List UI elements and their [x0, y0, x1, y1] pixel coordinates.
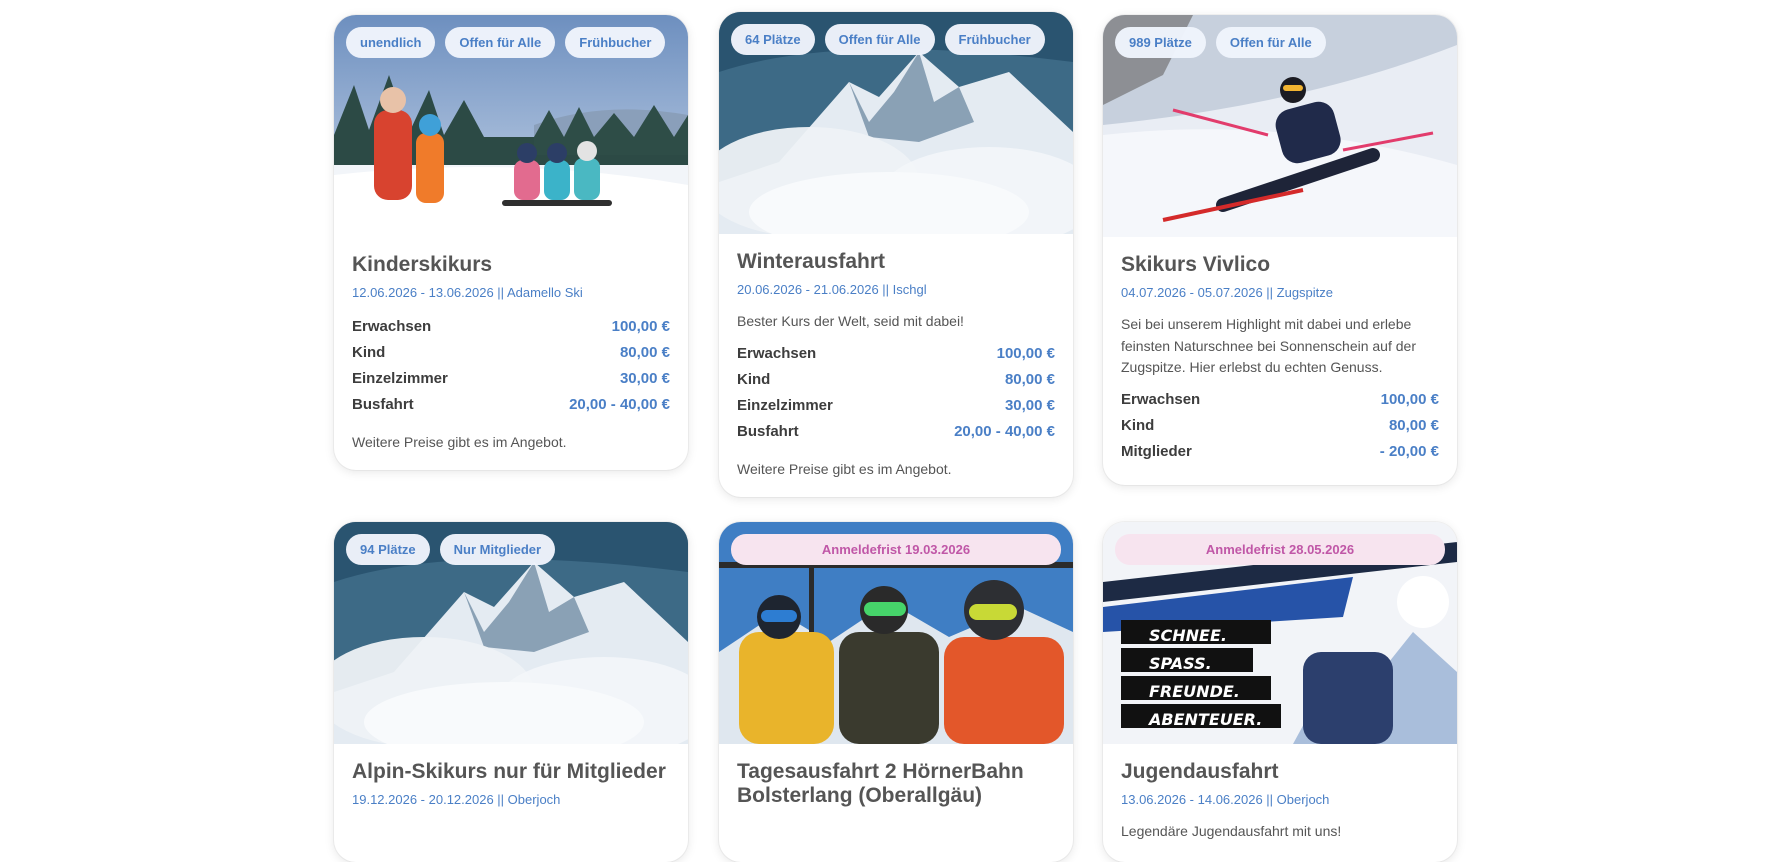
card-image-skier: 989 Plätze Offen für Alle [1103, 15, 1457, 237]
card-description: Sei bei unserem Highlight mit dabei und … [1121, 315, 1416, 376]
card-date-location: 04.07.2026 - 05.07.2026 || Zugspitze [1121, 284, 1334, 300]
card-title: Kinderskikurs [352, 253, 493, 276]
card-date-location: 13.06.2026 - 14.06.2026 || Oberjoch [1121, 791, 1330, 807]
tag-open: Offen für Alle [824, 24, 935, 55]
tag-capacity: 64 Plätze [731, 24, 815, 55]
event-card-tagesausfahrt[interactable]: Anmeldefrist 19.03.2026 Tagesausfahrt 2 … [719, 522, 1073, 862]
card-tags: 64 Plätze Offen für Alle Frühbucher [731, 24, 1073, 55]
tag-early-bird: Frühbucher [944, 24, 1045, 55]
registration-deadline-badge: Anmeldefrist 19.03.2026 [731, 534, 1061, 565]
card-image-mountains: 64 Plätze Offen für Alle Frühbucher [719, 12, 1073, 234]
card-description: Legendäre Jugendausfahrt mit uns! [1121, 822, 1342, 839]
tag-early-bird: Frühbucher [565, 27, 666, 58]
card-date-location: 12.06.2026 - 13.06.2026 || Adamello Ski [352, 284, 583, 300]
poster-slogan: ABENTEUER. [1149, 710, 1263, 729]
card-date-location: 19.12.2026 - 20.12.2026 || Oberjoch [352, 791, 561, 807]
registration-deadline-badge: Anmeldefrist 28.05.2026 [1115, 534, 1445, 565]
card-tags: 989 Plätze Offen für Alle [1115, 27, 1457, 58]
price-row: Kind 80,00 € [1121, 417, 1439, 434]
poster-slogans: SCHNEE. SPASS. FREUNDE. ABENTEUER. [1127, 622, 1262, 734]
card-image-family-skiing: unendlich Offen für Alle Frühbucher [334, 15, 688, 237]
price-row: Einzelzimmer 30,00 € [352, 369, 670, 387]
event-card-jugendausfahrt[interactable]: SCHNEE. SPASS. FREUNDE. ABENTEUER. Anmel… [1103, 522, 1457, 862]
tag-capacity: unendlich [346, 27, 436, 58]
price-row: Erwachsen 100,00 € [1121, 391, 1439, 408]
card-image-mountains: 94 Plätze Nur Mitglieder [334, 522, 688, 744]
event-card-winterausfahrt[interactable]: 64 Plätze Offen für Alle Frühbucher Wint… [719, 12, 1073, 497]
card-title: Jugendausfahrt [1121, 760, 1279, 783]
tag-members-only: Nur Mitglieder [439, 534, 556, 565]
card-note: Weitere Preise gibt es im Angebot. [352, 433, 567, 450]
price-row: Erwachsen 100,00 € [737, 344, 1055, 362]
event-card-skikurs-vivlico[interactable]: 989 Plätze Offen für Alle Skikurs Vivlic… [1103, 15, 1457, 485]
tag-capacity: 94 Plätze [346, 534, 430, 565]
card-description: Bester Kurs der Welt, seid mit dabei! [737, 312, 964, 329]
price-row: Mitglieder - 20,00 € [1121, 443, 1439, 460]
tag-open: Offen für Alle [1215, 27, 1326, 58]
card-title: Skikurs Vivlico [1121, 253, 1271, 276]
price-row: Erwachsen 100,00 € [352, 317, 670, 335]
tag-capacity: 989 Plätze [1115, 27, 1206, 58]
card-tags: unendlich Offen für Alle Frühbucher [346, 27, 688, 58]
event-card-kinderskikurs[interactable]: unendlich Offen für Alle Frühbucher Kind… [334, 15, 688, 470]
card-note: Weitere Preise gibt es im Angebot. [737, 460, 952, 477]
price-row: Einzelzimmer 30,00 € [737, 396, 1055, 414]
poster-slogan: SPASS. [1149, 654, 1212, 673]
poster-slogan: FREUNDE. [1149, 682, 1240, 701]
price-row: Kind 80,00 € [352, 343, 670, 361]
card-date-location: 20.06.2026 - 21.06.2026 || Ischgl [737, 281, 927, 297]
card-image-poster: SCHNEE. SPASS. FREUNDE. ABENTEUER. Anmel… [1103, 522, 1457, 744]
poster-slogan: SCHNEE. [1149, 626, 1227, 645]
tag-open: Offen für Alle [445, 27, 556, 58]
event-card-alpin-skikurs[interactable]: 94 Plätze Nur Mitglieder Alpin-Skikurs n… [334, 522, 688, 862]
price-row: Busfahrt 20,00 - 40,00 € [737, 422, 1055, 440]
card-title: Tagesausfahrt 2 HörnerBahn Bolsterlang (… [737, 760, 1024, 807]
card-title: Alpin-Skikurs nur für Mitglieder [352, 760, 666, 783]
price-row: Busfahrt 20,00 - 40,00 € [352, 395, 670, 413]
card-image-chairlift: Anmeldefrist 19.03.2026 [719, 522, 1073, 744]
price-row: Kind 80,00 € [737, 370, 1055, 388]
card-title: Winterausfahrt [737, 250, 885, 273]
card-tags: 94 Plätze Nur Mitglieder [346, 534, 688, 565]
